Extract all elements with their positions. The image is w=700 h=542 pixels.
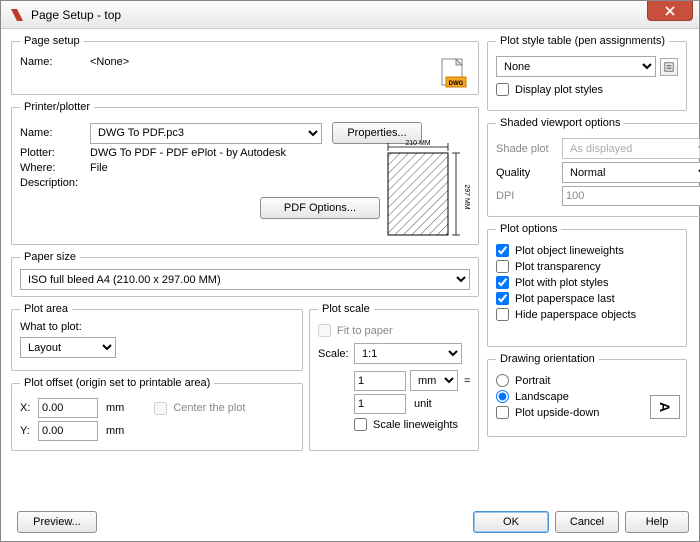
page-setup-legend: Page setup [20,35,84,47]
scale-lineweights-label: Scale lineweights [373,419,458,431]
app-icon [9,7,25,23]
svg-text:DWG: DWG [449,81,464,87]
page-setup-name-value: <None> [90,56,470,68]
window-title: Page Setup - top [31,8,121,22]
offset-x-unit: mm [106,402,124,414]
plot-style-table-group: Plot style table (pen assignments) None … [487,35,687,111]
paper-preview: 210 MM 297 MM [380,139,472,239]
dwg-icon: DWG [438,57,470,89]
display-plot-styles-checkbox[interactable] [496,83,509,96]
cancel-button[interactable]: Cancel [555,511,619,533]
offset-x-label: X: [20,402,38,414]
fit-to-paper-label: Fit to paper [337,325,393,337]
page-setup-name-label: Name: [20,56,90,68]
hide-paperspace-checkbox[interactable] [496,308,509,321]
plot-transparency-checkbox[interactable] [496,260,509,273]
hide-paperspace-label: Hide paperspace objects [515,309,636,321]
dialog-footer: Preview... OK Cancel Help [11,511,689,533]
upside-down-label: Plot upside-down [515,407,599,419]
printer-plotter-group: Printer/plotter Name: DWG To PDF.pc3 Pro… [11,101,479,245]
portrait-label: Portrait [515,375,550,387]
quality-select[interactable]: Normal [562,162,700,183]
page-setup-dialog: Page Setup - top Page setup Name: <None> [0,0,700,542]
offset-y-label: Y: [20,425,38,437]
paper-size-legend: Paper size [20,251,80,263]
display-plot-styles-label: Display plot styles [515,84,603,96]
what-to-plot-select[interactable]: Layout [20,337,116,358]
printer-name-label: Name: [20,127,90,139]
paper-size-select[interactable]: ISO full bleed A4 (210.00 x 297.00 MM) [20,269,470,290]
fit-to-paper-checkbox [318,324,331,337]
plot-paperspace-last-label: Plot paperspace last [515,293,615,305]
where-value: File [90,162,108,174]
scale-numerator-input[interactable] [354,371,406,391]
edit-icon [664,62,674,72]
plot-offset-group: Plot offset (origin set to printable are… [11,377,303,451]
portrait-radio[interactable] [496,374,509,387]
orientation-icon: A [650,395,680,419]
scale-lineweights-checkbox[interactable] [354,418,367,431]
plot-with-styles-label: Plot with plot styles [515,277,609,289]
close-icon [665,6,675,16]
plot-style-select[interactable]: None [496,56,656,77]
description-label: Description: [20,177,90,189]
plot-lineweights-checkbox[interactable] [496,244,509,257]
dpi-input [562,186,700,206]
shaded-viewport-legend: Shaded viewport options [496,117,624,129]
ok-button[interactable]: OK [473,511,549,533]
plot-with-styles-checkbox[interactable] [496,276,509,289]
plot-offset-legend: Plot offset (origin set to printable are… [20,377,214,389]
close-button[interactable] [647,1,693,21]
center-plot-checkbox [154,402,167,415]
offset-y-unit: mm [106,425,124,437]
what-to-plot-label: What to plot: [20,321,294,333]
page-setup-group: Page setup Name: <None> DWG [11,35,479,95]
scale-select[interactable]: 1:1 [354,343,462,364]
printer-name-select[interactable]: DWG To PDF.pc3 [90,123,322,144]
plot-scale-group: Plot scale Fit to paper Scale: 1:1 [309,303,479,451]
scale-denominator-input[interactable] [354,394,406,414]
where-label: Where: [20,162,90,174]
plot-style-table-legend: Plot style table (pen assignments) [496,35,669,47]
plot-options-group: Plot options Plot object lineweights Plo… [487,223,687,347]
scale-unit-select[interactable]: mm [410,370,458,391]
landscape-label: Landscape [515,391,569,403]
preview-button[interactable]: Preview... [17,511,97,533]
pdf-options-button[interactable]: PDF Options... [260,197,380,219]
drawing-orientation-legend: Drawing orientation [496,353,599,365]
plot-scale-legend: Plot scale [318,303,374,315]
offset-x-input[interactable] [38,398,98,418]
shade-plot-select: As displayed [562,138,700,159]
paper-size-group: Paper size ISO full bleed A4 (210.00 x 2… [11,251,479,297]
plot-area-legend: Plot area [20,303,72,315]
upside-down-checkbox[interactable] [496,406,509,419]
scale-den-unit: unit [414,398,432,410]
plotter-value: DWG To PDF - PDF ePlot - by Autodesk [90,147,286,159]
svg-text:210 MM: 210 MM [405,140,430,147]
shade-plot-label: Shade plot [496,143,562,155]
plot-transparency-label: Plot transparency [515,261,601,273]
plotter-label: Plotter: [20,147,90,159]
printer-plotter-legend: Printer/plotter [20,101,94,113]
plot-paperspace-last-checkbox[interactable] [496,292,509,305]
quality-label: Quality [496,167,562,179]
equals-label: = [464,375,470,387]
scale-label: Scale: [318,348,354,360]
drawing-orientation-group: Drawing orientation Portrait Landscape P… [487,353,687,437]
plot-options-legend: Plot options [496,223,561,235]
shaded-viewport-group: Shaded viewport options Shade plot As di… [487,117,700,217]
plot-style-edit-button[interactable] [660,58,678,76]
plot-lineweights-label: Plot object lineweights [515,245,624,257]
title-bar: Page Setup - top [1,1,699,29]
dpi-label: DPI [496,190,562,202]
landscape-radio[interactable] [496,390,509,403]
svg-text:297 MM: 297 MM [463,184,470,209]
center-plot-label: Center the plot [173,402,245,414]
help-button[interactable]: Help [625,511,689,533]
plot-area-group: Plot area What to plot: Layout [11,303,303,371]
offset-y-input[interactable] [38,421,98,441]
